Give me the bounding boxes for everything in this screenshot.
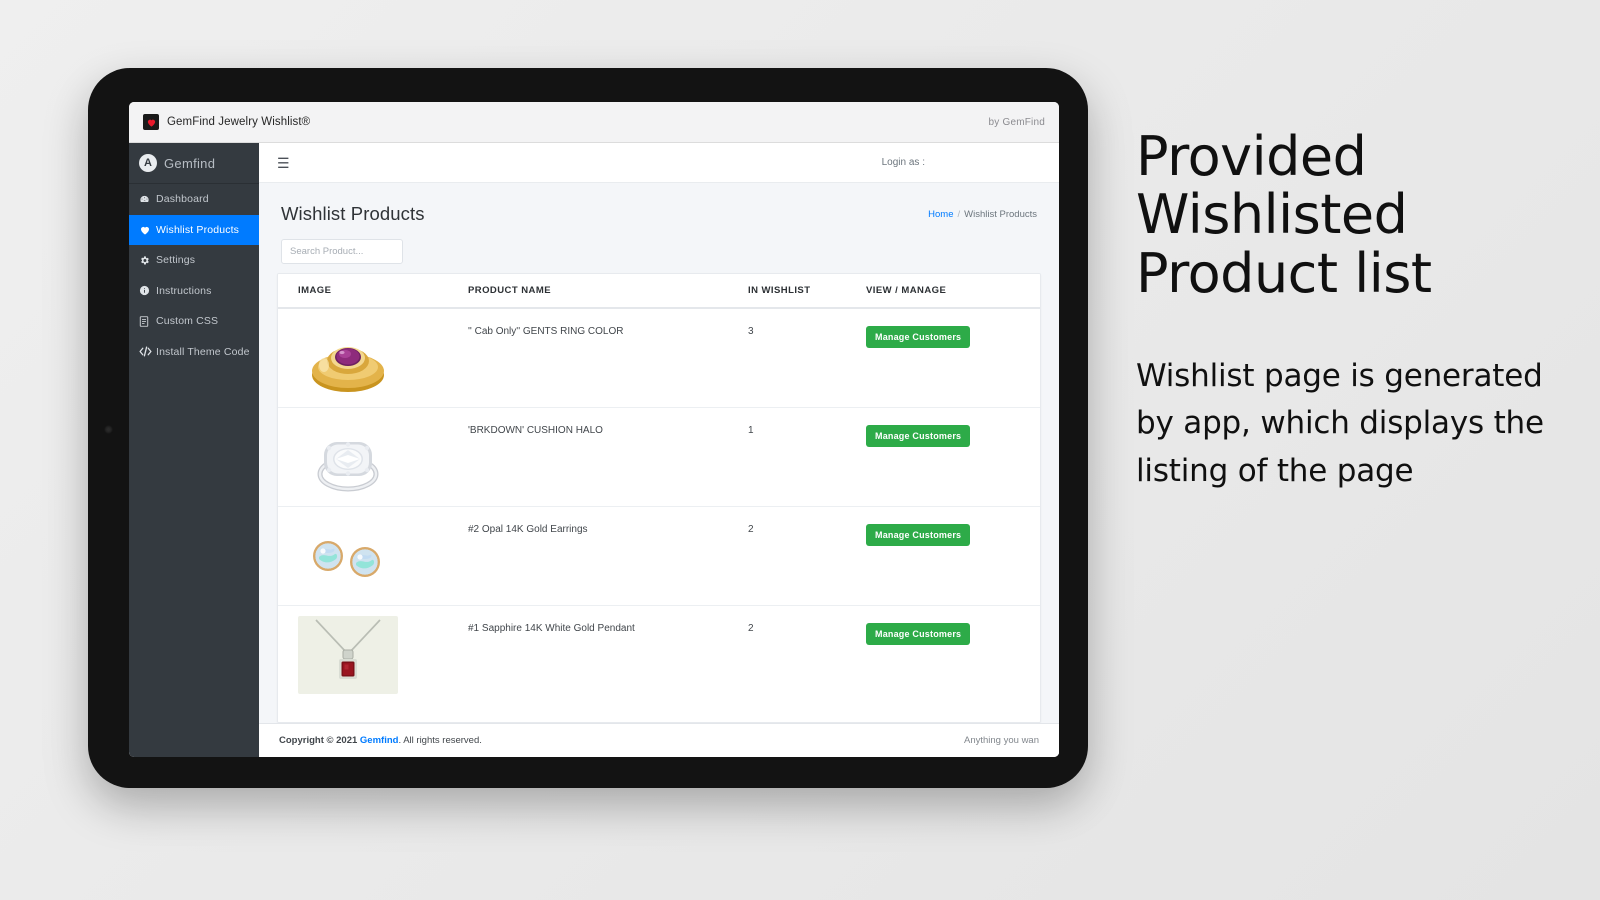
sidebar-item-label: Settings — [156, 254, 196, 267]
sidebar-item-settings[interactable]: Settings — [129, 245, 259, 276]
sidebar-item-install-theme-code[interactable]: Install Theme Code — [129, 337, 259, 368]
camera-icon — [104, 425, 113, 434]
tablet-device-frame: GemFind Jewelry Wishlist® by GemFind A G… — [88, 68, 1088, 788]
table-row: '' Cab Only'' GENTS RING COLOR 3 Manage … — [278, 307, 1040, 408]
search-container — [259, 229, 1059, 273]
cell-image — [278, 407, 468, 507]
product-image-opal-earrings — [298, 517, 398, 596]
footer-copyright: Copyright © 2021 Gemfind. All rights res… — [279, 735, 482, 746]
cell-view-manage: Manage Customers — [866, 407, 1040, 507]
table-row: #1 Sapphire 14K White Gold Pendant 2 Man… — [278, 605, 1040, 705]
cell-in-wishlist: 2 — [748, 605, 866, 705]
manage-customers-button[interactable]: Manage Customers — [866, 326, 971, 349]
gear-icon — [139, 255, 156, 266]
heart-icon — [143, 114, 159, 130]
hamburger-icon[interactable]: ☰ — [277, 156, 290, 170]
column-header-in-wishlist: IN WISHLIST — [748, 274, 866, 310]
wishlist-products-card: IMAGE PRODUCT NAME IN WISHLIST VIEW / MA… — [277, 273, 1041, 723]
cell-view-manage: Manage Customers — [866, 506, 1040, 606]
sidebar-brand[interactable]: A Gemfind — [129, 143, 259, 184]
cell-in-wishlist: 3 — [748, 307, 866, 408]
browser-window: GemFind Jewelry Wishlist® by GemFind A G… — [129, 102, 1059, 757]
card-footer-spacer — [278, 704, 1040, 722]
sidebar-item-label: Install Theme Code — [156, 345, 250, 358]
table-header-row: IMAGE PRODUCT NAME IN WISHLIST VIEW / MA… — [278, 274, 1040, 310]
column-header-view-manage: VIEW / MANAGE — [866, 274, 1040, 310]
sidebar-brand-label: Gemfind — [164, 155, 216, 171]
product-image-gold-amethyst-ring — [298, 319, 398, 398]
browser-tab-title[interactable]: GemFind Jewelry Wishlist® — [167, 116, 310, 128]
sidebar-item-wishlist-products[interactable]: Wishlist Products — [129, 214, 259, 245]
cell-product-name: 'BRKDOWN' CUSHION HALO — [468, 407, 748, 507]
product-image-garnet-pendant — [298, 616, 398, 695]
sidebar-item-label: Dashboard — [156, 193, 209, 206]
css-file-icon — [139, 316, 156, 327]
code-icon — [139, 346, 156, 357]
footer-copyright-prefix: Copyright © 2021 — [279, 734, 360, 746]
page-header: Wishlist Products Home / Wishlist Products — [259, 183, 1059, 229]
heart-icon — [139, 224, 156, 236]
cell-image — [278, 605, 468, 705]
wishlist-products-table: IMAGE PRODUCT NAME IN WISHLIST VIEW / MA… — [278, 274, 1040, 705]
tablet-screen: GemFind Jewelry Wishlist® by GemFind A G… — [129, 102, 1059, 757]
cell-image — [278, 307, 468, 408]
column-header-image: IMAGE — [278, 274, 468, 310]
cell-product-name: #1 Sapphire 14K White Gold Pendant — [468, 605, 748, 705]
breadcrumb-separator: / — [957, 208, 961, 220]
footer-brand-link[interactable]: Gemfind — [360, 735, 399, 746]
dashboard-icon — [139, 194, 156, 205]
annotation-panel: Provided Wishlisted Product list Wishlis… — [1136, 125, 1576, 495]
breadcrumb-current: Wishlist Products — [964, 208, 1037, 220]
sidebar-item-label: Wishlist Products — [156, 223, 240, 236]
topbar: ☰ Login as : — [259, 143, 1059, 184]
gemfind-logo-icon: A — [139, 154, 157, 172]
sidebar-item-label: Custom CSS — [156, 315, 219, 328]
cell-image — [278, 506, 468, 606]
breadcrumb-home-link[interactable]: Home — [928, 209, 953, 220]
sidebar-item-label: Instructions — [156, 284, 212, 297]
footer-copyright-suffix: . All rights reserved. — [398, 734, 482, 746]
table-row: 'BRKDOWN' CUSHION HALO 1 Manage Customer… — [278, 407, 1040, 507]
manage-customers-button[interactable]: Manage Customers — [866, 623, 971, 646]
breadcrumb: Home / Wishlist Products — [928, 209, 1037, 220]
cell-in-wishlist: 1 — [748, 407, 866, 507]
footer-right-text: Anything you wan — [964, 734, 1039, 746]
screenshot-canvas: GemFind Jewelry Wishlist® by GemFind A G… — [0, 0, 1600, 900]
page-title: Wishlist Products — [281, 203, 425, 225]
search-input[interactable] — [281, 239, 403, 265]
sidebar-item-custom-css[interactable]: Custom CSS — [129, 306, 259, 337]
table-body: '' Cab Only'' GENTS RING COLOR 3 Manage … — [278, 307, 1040, 705]
by-gemfind-label: by GemFind — [988, 116, 1045, 128]
annotation-heading: Provided Wishlisted Product list — [1136, 125, 1432, 305]
login-as-label: Login as : — [881, 157, 925, 169]
annotation-body: Wishlist page is generated by app, which… — [1136, 357, 1544, 489]
sidebar-item-instructions[interactable]: Instructions — [129, 276, 259, 307]
table-header: IMAGE PRODUCT NAME IN WISHLIST VIEW / MA… — [278, 274, 1040, 310]
cell-view-manage: Manage Customers — [866, 605, 1040, 705]
sidebar: A Gemfind Dashboard Wishlist Products Se… — [129, 143, 259, 757]
app-shell: A Gemfind Dashboard Wishlist Products Se… — [129, 143, 1059, 757]
manage-customers-button[interactable]: Manage Customers — [866, 524, 971, 547]
column-header-product-name: PRODUCT NAME — [468, 274, 748, 310]
sidebar-item-dashboard[interactable]: Dashboard — [129, 184, 259, 215]
browser-titlebar: GemFind Jewelry Wishlist® by GemFind — [129, 102, 1059, 143]
cell-product-name: #2 Opal 14K Gold Earrings — [468, 506, 748, 606]
page-footer: Copyright © 2021 Gemfind. All rights res… — [259, 722, 1059, 757]
table-row: #2 Opal 14K Gold Earrings 2 Manage Custo… — [278, 506, 1040, 606]
cell-view-manage: Manage Customers — [866, 307, 1040, 408]
cell-in-wishlist: 2 — [748, 506, 866, 606]
cell-product-name: '' Cab Only'' GENTS RING COLOR — [468, 307, 748, 408]
content-area: ☰ Login as : Wishlist Products Home / Wish… — [259, 143, 1059, 757]
manage-customers-button[interactable]: Manage Customers — [866, 425, 971, 448]
info-icon — [139, 285, 156, 296]
product-image-cushion-halo-ring — [298, 418, 398, 497]
